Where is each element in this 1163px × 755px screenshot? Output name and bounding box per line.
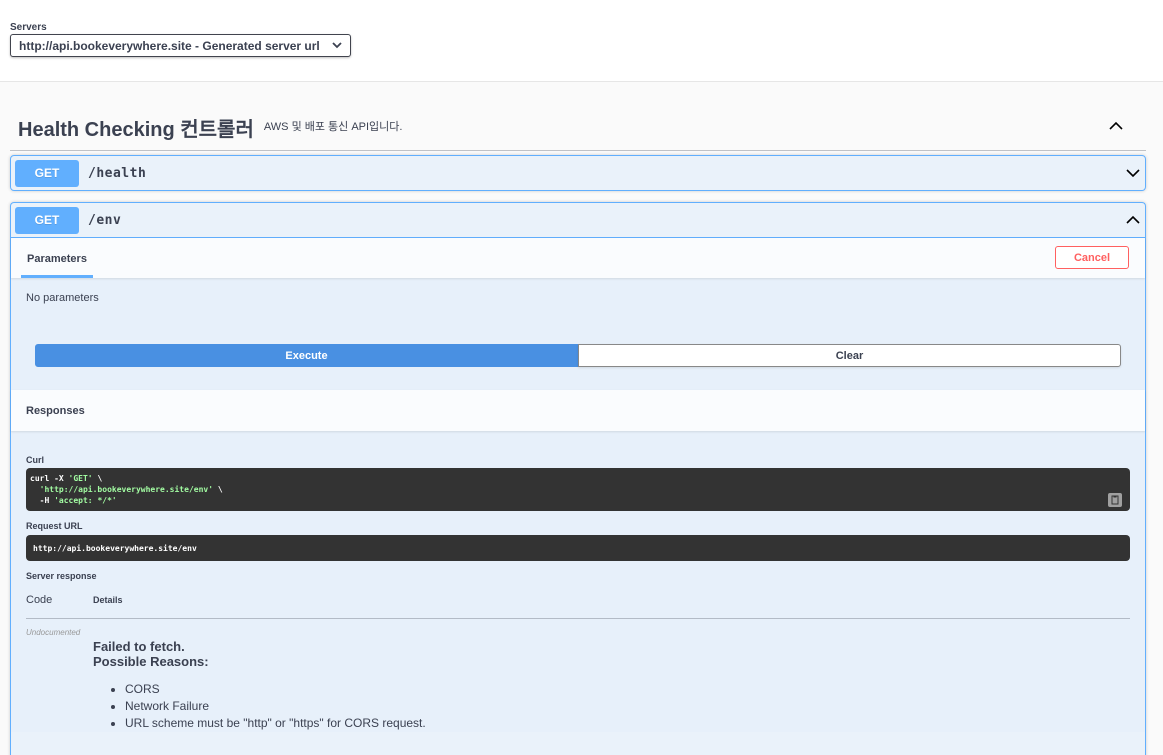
- list-item: Network Failure: [125, 698, 1130, 715]
- curl-text: -H: [30, 496, 55, 505]
- tag-title: Health Checking 컨트롤러: [18, 118, 254, 141]
- server-select-value: http://api.bookeverywhere.site - Generat…: [19, 38, 320, 53]
- operation-summary[interactable]: GET /env: [11, 203, 1145, 237]
- request-url-block[interactable]: http://api.bookeverywhere.site/env: [26, 535, 1130, 561]
- curl-text: \: [213, 485, 223, 494]
- method-badge: GET: [15, 206, 79, 234]
- tab-parameters[interactable]: Parameters: [21, 246, 93, 278]
- fail-subtitle: Possible Reasons:: [93, 654, 209, 669]
- fail-title: Failed to fetch.: [93, 639, 185, 654]
- chevron-down-icon: [332, 42, 342, 49]
- curl-string: 'accept: */*': [54, 496, 117, 505]
- operation-body: Parameters Cancel No parameters Execute …: [11, 237, 1145, 732]
- execute-wrapper: Execute Clear: [11, 334, 1145, 390]
- copy-to-clipboard-icon[interactable]: [1108, 493, 1122, 507]
- code-column-header: Code: [26, 594, 53, 606]
- operation-summary[interactable]: GET /health: [11, 156, 1145, 190]
- server-response-label: Server response: [26, 571, 97, 581]
- details-column-header: Details: [93, 595, 123, 605]
- curl-text: curl -X: [30, 474, 69, 483]
- operation-get-health: GET /health: [10, 155, 1146, 191]
- execute-button[interactable]: Execute: [35, 344, 578, 367]
- response-code: Undocumented: [26, 628, 81, 637]
- chevron-up-icon[interactable]: [1108, 118, 1124, 134]
- server-select[interactable]: http://api.bookeverywhere.site - Generat…: [10, 34, 351, 57]
- operation-path: /env: [88, 212, 122, 228]
- parameters-header: Parameters Cancel: [11, 238, 1145, 278]
- servers-section: Servers http://api.bookeverywhere.site -…: [0, 0, 1163, 82]
- list-item: URL scheme must be "http" or "https" for…: [125, 715, 1130, 732]
- response-table-header: Code Details: [26, 594, 1130, 619]
- curl-text: \: [92, 474, 103, 483]
- operation-get-env: GET /env Parameters Cancel No parameters…: [10, 202, 1146, 755]
- method-badge: GET: [15, 159, 79, 187]
- chevron-down-icon[interactable]: [1125, 165, 1141, 181]
- cancel-button[interactable]: Cancel: [1055, 246, 1129, 269]
- no-parameters-text: No parameters: [26, 292, 99, 304]
- curl-string: 'GET': [68, 474, 93, 483]
- request-url-label: Request URL: [26, 521, 83, 531]
- curl-code-block[interactable]: curl -X 'GET' \ 'http://api.bookeverywhe…: [26, 468, 1130, 511]
- curl-label: Curl: [26, 455, 44, 465]
- servers-label: Servers: [10, 22, 47, 33]
- curl-string: 'http://api.bookeverywhere.site/env': [30, 485, 214, 494]
- reasons-list: CORS Network Failure URL scheme must be …: [125, 681, 1130, 732]
- chevron-up-icon[interactable]: [1125, 212, 1141, 228]
- list-item: CORS: [125, 681, 1130, 698]
- responses-header: Responses: [11, 390, 1145, 431]
- response-details: Failed to fetch. Possible Reasons: CORS …: [93, 639, 1130, 732]
- clear-button[interactable]: Clear: [578, 344, 1121, 367]
- operation-path: /health: [88, 165, 147, 181]
- tag-description: AWS 및 배포 통신 API입니다.: [263, 121, 403, 133]
- tag-header[interactable]: Health Checking 컨트롤러 AWS 및 배포 통신 API입니다.: [10, 104, 1146, 151]
- responses-inner: Curl curl -X 'GET' \ 'http://api.bookeve…: [11, 455, 1145, 732]
